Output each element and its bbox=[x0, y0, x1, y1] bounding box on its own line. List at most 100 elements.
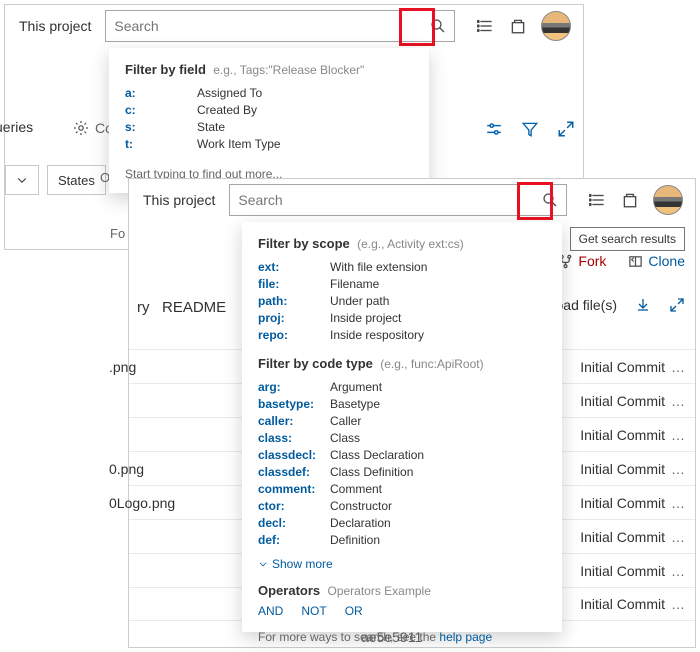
filter-key: ext: bbox=[258, 259, 330, 276]
search-icon bbox=[430, 18, 446, 34]
more-icon[interactable]: … bbox=[671, 563, 685, 579]
commit-label: Initial Commit bbox=[580, 563, 665, 579]
search-button-b[interactable] bbox=[534, 185, 566, 215]
scope-selector-b[interactable]: This project bbox=[129, 186, 229, 214]
filter-key: arg: bbox=[258, 379, 330, 396]
more-icon[interactable]: … bbox=[671, 495, 685, 511]
filter-value: Class Definition bbox=[330, 464, 413, 481]
operators-hint: Operators Example bbox=[327, 584, 430, 598]
fork-button[interactable]: Fork bbox=[558, 253, 606, 269]
filter-row[interactable]: s:State bbox=[125, 119, 413, 136]
search-box-a bbox=[105, 10, 455, 42]
footer-pre: For more ways to search, see the bbox=[258, 630, 439, 644]
filter-row[interactable]: classdef:Class Definition bbox=[258, 464, 546, 481]
filter-value: Basetype bbox=[330, 396, 380, 413]
filter-key: ctor: bbox=[258, 498, 330, 515]
expand-icon[interactable] bbox=[669, 297, 685, 313]
filter-row[interactable]: basetype:Basetype bbox=[258, 396, 546, 413]
funnel-icon[interactable] bbox=[521, 120, 539, 138]
topbar-b: This project bbox=[129, 179, 695, 221]
fo-fragment: Fo bbox=[110, 226, 125, 241]
download-icon[interactable] bbox=[635, 297, 651, 313]
more-icon[interactable]: … bbox=[671, 359, 685, 375]
filter-row[interactable]: caller:Caller bbox=[258, 413, 546, 430]
more-icon[interactable]: … bbox=[671, 461, 685, 477]
filter-row[interactable]: arg:Argument bbox=[258, 379, 546, 396]
commit-cell: Initial Commit … bbox=[580, 529, 685, 545]
filter-row[interactable]: proj:Inside project bbox=[258, 310, 546, 327]
commit-label: Initial Commit bbox=[580, 596, 665, 612]
more-icon[interactable]: … bbox=[671, 427, 685, 443]
filter-hint-a: e.g., Tags:"Release Blocker" bbox=[213, 63, 364, 77]
filter-value: Under path bbox=[330, 293, 389, 310]
file-name: .png bbox=[109, 359, 136, 375]
filter-key: t: bbox=[125, 136, 197, 153]
filter-row[interactable]: t:Work Item Type bbox=[125, 136, 413, 153]
operators-heading: Operators bbox=[258, 583, 320, 598]
dropdown-footer: For more ways to search, see the help pa… bbox=[258, 630, 546, 644]
filter-key: proj: bbox=[258, 310, 330, 327]
more-icon[interactable]: … bbox=[671, 529, 685, 545]
filter-value: Declaration bbox=[330, 515, 391, 532]
commit-label: Initial Commit bbox=[580, 427, 665, 443]
customize-button[interactable]: Co bbox=[73, 120, 113, 136]
operator-or[interactable]: OR bbox=[345, 604, 363, 618]
topbar-right-a bbox=[455, 11, 583, 41]
operators-row: AND NOT OR bbox=[258, 604, 546, 618]
filter-value: Assigned To bbox=[197, 85, 262, 102]
filter-row[interactable]: def:Definition bbox=[258, 532, 546, 549]
dropdown-pill[interactable] bbox=[5, 165, 39, 195]
operator-and[interactable]: AND bbox=[258, 604, 283, 618]
bag-icon[interactable] bbox=[509, 17, 527, 35]
filter-row[interactable]: a:Assigned To bbox=[125, 85, 413, 102]
list-icon[interactable] bbox=[477, 17, 495, 35]
filter-value: Comment bbox=[330, 481, 382, 498]
expand-icon[interactable] bbox=[557, 120, 575, 138]
search-input-a[interactable] bbox=[106, 11, 454, 41]
states-pill[interactable]: States bbox=[47, 165, 106, 195]
filter-value: With file extension bbox=[330, 259, 427, 276]
filter-row[interactable]: classdecl:Class Declaration bbox=[258, 447, 546, 464]
filter-row[interactable]: file:Filename bbox=[258, 276, 546, 293]
search-input-b[interactable] bbox=[230, 185, 566, 215]
avatar[interactable] bbox=[541, 11, 571, 41]
sliders-icon[interactable] bbox=[485, 120, 503, 138]
search-dropdown-b: Filter by scope (e.g., Activity ext:cs) … bbox=[242, 222, 562, 632]
scope-selector[interactable]: This project bbox=[5, 12, 105, 40]
filter-row[interactable]: decl:Declaration bbox=[258, 515, 546, 532]
filter-value: Filename bbox=[330, 276, 379, 293]
filter-key: c: bbox=[125, 102, 197, 119]
filter-value: Inside project bbox=[330, 310, 401, 327]
more-icon[interactable]: … bbox=[671, 393, 685, 409]
list-icon[interactable] bbox=[589, 191, 607, 209]
search-button-a[interactable] bbox=[422, 11, 454, 41]
filter-table-a: a:Assigned Toc:Created Bys:Statet:Work I… bbox=[125, 85, 413, 153]
queries-text: ueries bbox=[0, 119, 33, 135]
fork-label: Fork bbox=[578, 253, 606, 269]
show-more-link[interactable]: Show more bbox=[258, 557, 546, 571]
clone-button[interactable]: Clone bbox=[628, 253, 685, 269]
filter-row[interactable]: ext:With file extension bbox=[258, 259, 546, 276]
help-page-link[interactable]: help page bbox=[439, 630, 492, 644]
clone-label: Clone bbox=[648, 253, 685, 269]
commit-label: Initial Commit bbox=[580, 529, 665, 545]
operator-not[interactable]: NOT bbox=[301, 604, 326, 618]
filter-row[interactable]: ctor:Constructor bbox=[258, 498, 546, 515]
gear-icon bbox=[73, 120, 89, 136]
file-name: 0.png bbox=[109, 461, 144, 477]
filter-row[interactable]: class:Class bbox=[258, 430, 546, 447]
filter-row[interactable]: path:Under path bbox=[258, 293, 546, 310]
filter-icons-a bbox=[485, 120, 575, 138]
more-icon[interactable]: … bbox=[671, 596, 685, 612]
commit-cell: Initial Commit … bbox=[580, 393, 685, 409]
filter-row[interactable]: c:Created By bbox=[125, 102, 413, 119]
filter-row[interactable]: comment:Comment bbox=[258, 481, 546, 498]
filter-row[interactable]: repo:Inside respository bbox=[258, 327, 546, 344]
filter-value: Caller bbox=[330, 413, 361, 430]
bag-icon[interactable] bbox=[621, 191, 639, 209]
avatar[interactable] bbox=[653, 185, 683, 215]
commit-label: Initial Commit bbox=[580, 393, 665, 409]
filter-key: classdecl: bbox=[258, 447, 330, 464]
commit-cell: Initial Commit… bbox=[580, 461, 685, 477]
readme-tab[interactable]: README bbox=[162, 299, 226, 316]
